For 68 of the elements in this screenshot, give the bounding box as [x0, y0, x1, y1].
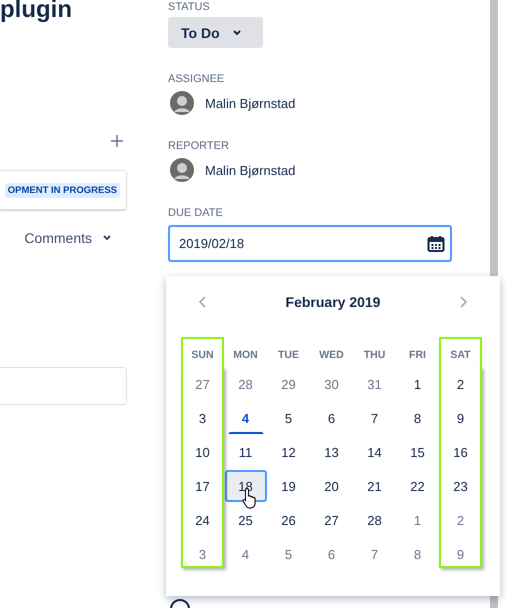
calendar-day[interactable]: 5	[268, 538, 310, 570]
calendar-day[interactable]: 7	[354, 402, 396, 434]
calendar-day[interactable]: 9	[440, 402, 482, 434]
previous-month-icon[interactable]	[198, 295, 208, 309]
weekday-label: SUN	[181, 337, 224, 367]
calendar-day[interactable]: 31	[354, 368, 396, 400]
calendar-day[interactable]: 25	[224, 504, 266, 536]
calendar-day[interactable]: 6	[310, 402, 352, 434]
calendar-day[interactable]: 20	[310, 470, 352, 502]
date-field[interactable]: 2019/02/18	[168, 225, 452, 262]
calendar-day[interactable]: 8	[396, 538, 438, 570]
chevron-down-icon	[102, 234, 112, 242]
calendar-day[interactable]: 27	[182, 368, 224, 400]
status-lozenge: OPMENT IN PROGRESS	[4, 182, 120, 198]
calendar-day[interactable]: 2	[440, 368, 482, 400]
status-dropdown[interactable]: To Do	[168, 17, 263, 48]
calendar-day[interactable]: 26	[268, 504, 310, 536]
calendar-day[interactable]: 10	[182, 436, 224, 468]
field-label: STATUS	[168, 0, 210, 14]
month-title: February 2019	[286, 294, 380, 310]
calendar-day[interactable]: 17	[182, 470, 224, 502]
calendar-day[interactable]: 4	[224, 538, 266, 570]
calendar-icon[interactable]	[427, 234, 445, 252]
weekday-label: WED	[318, 348, 345, 363]
calendar-day[interactable]: 6	[310, 538, 352, 570]
calendar-day[interactable]: 30	[310, 368, 352, 400]
calendar-day[interactable]: 2	[440, 504, 482, 536]
calendar-day[interactable]: 29	[268, 368, 310, 400]
calendar-day[interactable]: 13	[310, 436, 352, 468]
comment-field[interactable]	[0, 367, 127, 405]
comments-dropdown[interactable]: Comments	[24, 230, 112, 246]
avatar-icon	[170, 91, 194, 115]
avatar-icon	[170, 158, 194, 182]
calendar-day[interactable]: 14	[354, 436, 396, 468]
user-name: Malin Bjørnstad	[205, 162, 296, 178]
calendar-day[interactable]: 1	[396, 504, 438, 536]
chevron-down-icon	[232, 28, 242, 36]
calendar-day[interactable]: 22	[396, 470, 438, 502]
calendar-day[interactable]: 1	[396, 368, 438, 400]
calendar-day[interactable]: 27	[310, 504, 352, 536]
calendar-day[interactable]: 9	[440, 538, 482, 570]
field-label: REPORTER	[168, 139, 229, 153]
user-name: Malin Bjørnstad	[205, 96, 296, 110]
calendar-day[interactable]: 8	[396, 402, 438, 434]
calendar-day[interactable]: 28	[354, 504, 396, 536]
weekday-label: MON	[232, 348, 259, 363]
calendar-day[interactable]: 11	[224, 436, 266, 468]
calendar-day[interactable]: 19	[268, 470, 310, 502]
calendar-day[interactable]: 23	[440, 470, 482, 502]
calendar-day[interactable]: 24	[182, 504, 224, 536]
add-icon[interactable]	[110, 134, 124, 148]
calendar-day[interactable]: 3	[182, 538, 224, 570]
calendar-day[interactable]: 5	[268, 402, 310, 434]
calendar-day[interactable]: 28	[224, 368, 266, 400]
weekday-label: THU	[362, 348, 386, 363]
weekday-label: TUE	[277, 348, 300, 363]
calendar-day[interactable]: 21	[354, 470, 396, 502]
calendar-day[interactable]: 7	[354, 538, 396, 570]
weekday-label: SAT	[439, 337, 482, 367]
calendar-day[interactable]: 15	[396, 436, 438, 468]
calendar-day[interactable]: 3	[182, 402, 224, 434]
next-month-icon[interactable]	[458, 295, 468, 309]
field-label: ASSIGNEE	[168, 72, 224, 86]
calendar-day[interactable]: 12	[268, 436, 310, 468]
calendar-day[interactable]: 4	[228, 402, 264, 434]
weekday-label: FRI	[408, 348, 427, 363]
field-label: DUE DATE	[168, 206, 223, 220]
calendar-day[interactable]: 16	[440, 436, 482, 468]
